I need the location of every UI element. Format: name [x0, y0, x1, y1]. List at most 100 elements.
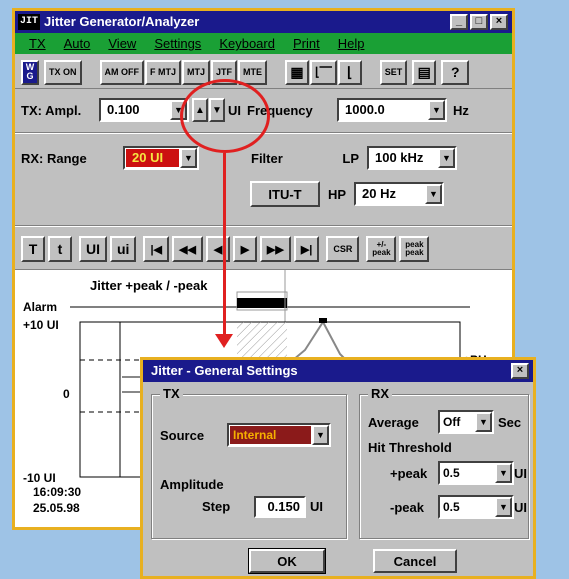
peak-marker [319, 318, 327, 323]
frequency-select[interactable]: 1000.0 ▼ [337, 98, 447, 122]
tx-on-button[interactable]: TX ON [44, 59, 82, 85]
menu-print[interactable]: Print [293, 33, 320, 54]
app-icon[interactable]: JIT [18, 14, 40, 30]
tx-ampl-select[interactable]: 0.100 ▼ [99, 98, 189, 122]
chevron-down-icon[interactable]: ▼ [495, 463, 512, 483]
source-value: Internal [230, 426, 311, 444]
callout-circle [180, 79, 270, 153]
chevron-down-icon[interactable]: ▼ [312, 425, 329, 445]
chevron-down-icon[interactable]: ▼ [495, 497, 512, 517]
chevron-down-icon[interactable]: ▼ [180, 148, 197, 168]
forward-button[interactable]: ▶ [232, 236, 257, 262]
help-icon[interactable]: ? [441, 59, 470, 85]
average-value: Off [443, 415, 461, 429]
mte-button[interactable]: MTE [238, 59, 268, 85]
menu-settings[interactable]: Settings [154, 33, 201, 54]
callout-arrow-line [223, 153, 226, 339]
source-label: Source [160, 428, 205, 443]
chevron-down-icon[interactable]: ▼ [438, 148, 455, 168]
neg-peak-unit: UI [514, 500, 527, 515]
y-axis-bottom-label: -10 UI [23, 471, 56, 485]
back-button[interactable]: ◀ [205, 236, 230, 262]
tx-ampl-label: TX: Ampl. [21, 102, 82, 118]
menu-view[interactable]: View [108, 33, 136, 54]
step-label: Step [202, 499, 231, 514]
filter-label: Filter [251, 150, 283, 166]
itu-t-button[interactable]: ITU-T [250, 181, 320, 207]
lp-select[interactable]: 100 kHz ▼ [367, 146, 457, 170]
chevron-down-icon[interactable]: ▼ [428, 100, 445, 120]
hp-select[interactable]: 20 Hz ▼ [354, 182, 444, 206]
frequency-value: 1000.0 [345, 102, 385, 117]
graph-view-icon[interactable]: ⌊⎺ [310, 59, 337, 85]
rx-group-label: RX [368, 386, 393, 401]
date-label: 25.05.98 [33, 501, 80, 515]
average-select[interactable]: Off ▼ [438, 410, 494, 434]
rx-range-label: RX: Range [21, 150, 87, 166]
ok-button[interactable]: OK [248, 548, 326, 574]
pos-peak-value: 0.5 [443, 466, 460, 480]
tx-ampl-value: 0.100 [107, 102, 140, 117]
menu-keyboard[interactable]: Keyboard [219, 33, 275, 54]
mtj-button[interactable]: MTJ [182, 59, 211, 85]
cursor-button[interactable]: CSR [326, 236, 360, 262]
f-mtj-button[interactable]: F MTJ [145, 59, 182, 85]
step-unit: UI [310, 499, 323, 514]
callout-arrow-head [215, 334, 233, 348]
peak-peak-button[interactable]: peak peak [399, 236, 430, 262]
window-title: Jitter Generator/Analyzer [44, 14, 200, 29]
amplitude-label: Amplitude [160, 477, 224, 492]
last-button[interactable]: ▶| [293, 236, 320, 262]
neg-peak-label: -peak [390, 500, 424, 515]
hp-value: 20 Hz [362, 186, 396, 201]
time-label: 16:09:30 [33, 485, 81, 499]
fast-forward-button[interactable]: ▶▶ [259, 236, 291, 262]
ui-upper-button[interactable]: UI [79, 236, 107, 262]
neg-peak-value: 0.5 [443, 500, 460, 514]
alarm-indicator [237, 298, 287, 308]
menu-bar: TX Auto View Settings Keyboard Print Hel… [15, 33, 512, 54]
menu-tx[interactable]: TX [29, 33, 46, 54]
rx-group: RX Average Off ▼ Sec Hit Threshold +peak… [359, 386, 529, 539]
time-lower-button[interactable]: t [48, 236, 72, 262]
toolbar: W G TX ON AM OFF F MTJ MTJ JTF MTE ▦ ⌊⎺ … [15, 56, 512, 89]
cancel-button[interactable]: Cancel [373, 549, 457, 573]
fast-back-button[interactable]: ◀◀ [172, 236, 203, 262]
menu-help[interactable]: Help [338, 33, 365, 54]
rx-range-row: RX: Range 20 UI ▼ Filter LP 100 kHz ▼ [15, 144, 512, 172]
maximize-button[interactable]: □ [470, 14, 488, 30]
pos-peak-unit: UI [514, 466, 527, 481]
dialog-title-bar[interactable]: Jitter - General Settings × [143, 360, 533, 382]
main-title-bar[interactable]: JIT Jitter Generator/Analyzer _ □ × [15, 11, 512, 33]
am-off-button[interactable]: AM OFF [99, 59, 145, 85]
source-select[interactable]: Internal ▼ [227, 423, 331, 447]
tx-group-label: TX [160, 386, 183, 401]
pos-peak-select[interactable]: 0.5 ▼ [438, 461, 514, 485]
calculator-icon[interactable]: ▤ [412, 59, 437, 85]
tx-group: TX Source Internal ▼ Amplitude Step 0.15… [151, 386, 347, 539]
step-input[interactable]: 0.150 [254, 496, 306, 518]
menu-auto[interactable]: Auto [64, 33, 91, 54]
axis-view-icon[interactable]: ⌊ [337, 59, 362, 85]
chevron-down-icon[interactable]: ▼ [475, 412, 492, 432]
neg-peak-select[interactable]: 0.5 ▼ [438, 495, 514, 519]
set-button[interactable]: SET [379, 59, 408, 85]
table-view-icon[interactable]: ▦ [285, 59, 310, 85]
frequency-unit: Hz [453, 102, 469, 118]
rx-range-value: 20 UI [126, 149, 179, 167]
time-upper-button[interactable]: T [21, 236, 45, 262]
close-button[interactable]: × [490, 14, 508, 30]
average-unit: Sec [498, 415, 522, 430]
chevron-down-icon[interactable]: ▼ [425, 184, 442, 204]
chart-title: Jitter +peak / -peak [90, 278, 208, 293]
rx-range-select[interactable]: 20 UI ▼ [123, 146, 199, 170]
y-axis-zero-label: 0 [63, 387, 70, 401]
plus-minus-peak-button[interactable]: +/- peak [366, 236, 397, 262]
general-settings-dialog: Jitter - General Settings × TX Source In… [140, 357, 536, 579]
wg-logo-button[interactable]: W G [21, 59, 39, 85]
hit-threshold-label: Hit Threshold [368, 440, 452, 455]
ui-lower-button[interactable]: ui [110, 236, 137, 262]
dialog-close-button[interactable]: × [511, 363, 529, 379]
first-button[interactable]: |◀ [143, 236, 169, 262]
minimize-button[interactable]: _ [450, 14, 468, 30]
